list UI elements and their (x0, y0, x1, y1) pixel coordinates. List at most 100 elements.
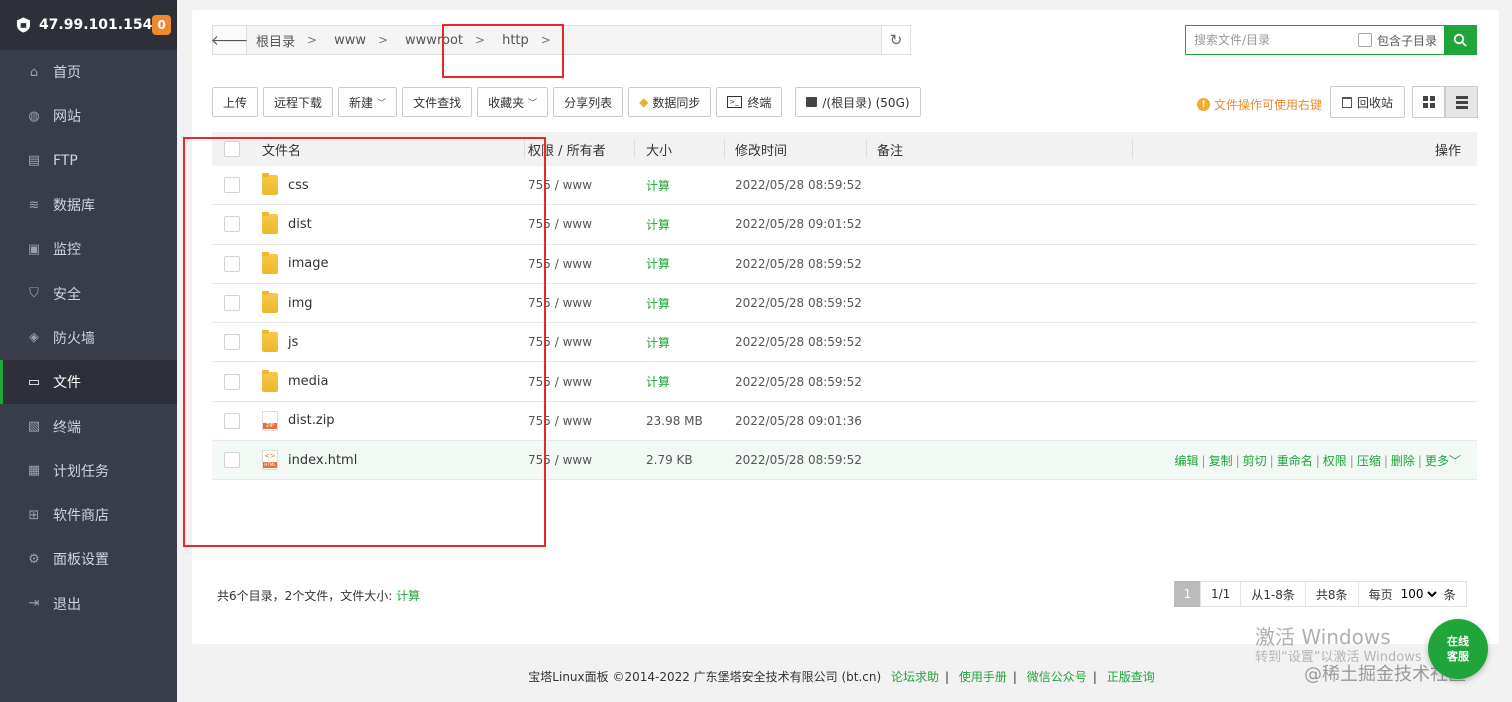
sidebar-item-store[interactable]: ⊞ 软件商店 (0, 493, 177, 537)
table-row[interactable]: image 755 / www 计算 2022/05/28 08:59:52 (212, 245, 1477, 284)
col-perm-header[interactable]: 权限 / 所有者 (528, 140, 646, 159)
row-op-0[interactable]: 编辑 (1175, 454, 1199, 468)
file-name[interactable]: js (288, 335, 298, 350)
sidebar-item-monitor[interactable]: ▣ 监控 (0, 227, 177, 271)
list-view-button[interactable] (1445, 86, 1478, 118)
row-checkbox[interactable] (224, 334, 240, 351)
file-size[interactable]: 计算 (646, 177, 735, 194)
file-size[interactable]: 计算 (646, 255, 735, 272)
table-row[interactable]: img 755 / www 计算 2022/05/28 08:59:52 (212, 284, 1477, 324)
page-current[interactable]: 1 (1174, 581, 1201, 607)
share-list-button[interactable]: 分享列表 (553, 87, 624, 117)
file-perm[interactable]: 755 / www (528, 453, 646, 467)
row-op-7[interactable]: 更多 (1425, 454, 1449, 468)
file-name[interactable]: image (288, 256, 329, 271)
wechat-link[interactable]: 微信公众号 (1027, 670, 1087, 684)
file-size[interactable]: 计算 (646, 295, 735, 312)
file-perm[interactable]: 755 / www (528, 257, 646, 271)
file-perm[interactable]: 755 / www (528, 335, 646, 349)
row-checkbox[interactable] (224, 216, 240, 233)
breadcrumb-item-wwwroot[interactable]: wwwroot > (396, 33, 493, 48)
sidebar-item-home[interactable]: ⌂ 首页 (0, 50, 177, 94)
file-perm[interactable]: 755 / www (528, 296, 646, 310)
file-name[interactable]: img (288, 296, 313, 311)
path-input-area[interactable] (559, 26, 881, 54)
remote-download-button[interactable]: 远程下载 (263, 87, 334, 117)
file-name[interactable]: dist (288, 217, 312, 232)
file-size[interactable]: 计算 (646, 216, 735, 233)
sidebar-item-firewall[interactable]: ◈ 防火墙 (0, 316, 177, 360)
row-checkbox[interactable] (224, 452, 240, 469)
select-all-checkbox[interactable] (224, 141, 240, 157)
manual-link[interactable]: 使用手册 (959, 670, 1007, 684)
col-mtime-header[interactable]: 修改时间 (735, 140, 877, 159)
file-perm[interactable]: 755 / www (528, 414, 646, 428)
table-row[interactable]: css 755 / www 计算 2022/05/28 08:59:52 (212, 166, 1477, 206)
recycle-bin-button[interactable]: 回收站 (1330, 86, 1405, 118)
back-arrow-icon[interactable]: 🡐 (211, 26, 248, 54)
breadcrumb-item-www[interactable]: www > (325, 33, 396, 48)
row-op-6[interactable]: 删除 (1391, 454, 1415, 468)
search-input[interactable] (1186, 27, 1346, 53)
sidebar-item-database[interactable]: ≋ 数据库 (0, 183, 177, 227)
file-search-button[interactable]: 文件查找 (402, 87, 473, 117)
row-checkbox[interactable] (224, 295, 240, 312)
grid-view-button[interactable] (1412, 86, 1445, 118)
file-name[interactable]: dist.zip (288, 413, 335, 428)
file-perm[interactable]: 755 / www (528, 375, 646, 389)
file-perm[interactable]: 755 / www (528, 178, 646, 192)
row-checkbox[interactable] (224, 412, 240, 429)
row-op-3[interactable]: 重命名 (1277, 454, 1313, 468)
diamond-icon: ◆ (639, 95, 649, 109)
calendar-icon: ▦ (27, 463, 41, 479)
row-checkbox[interactable] (224, 373, 240, 390)
checkbox[interactable] (1358, 33, 1372, 47)
table-row[interactable]: js 755 / www 计算 2022/05/28 08:59:52 (212, 323, 1477, 363)
row-checkbox[interactable] (224, 255, 240, 272)
refresh-icon[interactable]: ↻ (881, 26, 910, 54)
table-row[interactable]: index.html 755 / www2.79 KB 2022/05/28 08:… (212, 441, 1477, 481)
sidebar-item-settings[interactable]: ⚙ 面板设置 (0, 537, 177, 581)
col-size-header[interactable]: 大小 (646, 140, 735, 159)
disk-button[interactable]: /(根目录) (50G) (795, 87, 921, 117)
table-row[interactable]: dist.zip 755 / www23.98 MB 2022/05/28 09:0… (212, 402, 1477, 442)
row-op-2[interactable]: 剪切 (1243, 454, 1267, 468)
file-perm[interactable]: 755 / www (528, 217, 646, 231)
favorites-dropdown-button[interactable]: 收藏夹 ﹀ (477, 87, 549, 117)
sidebar-item-cron[interactable]: ▦ 计划任务 (0, 449, 177, 493)
file-size[interactable]: 计算 (646, 334, 735, 351)
sidebar-item-files[interactable]: ▭ 文件 (0, 360, 177, 405)
online-service-button[interactable]: 在线 客服 (1428, 619, 1488, 679)
notification-badge[interactable]: 0 (152, 15, 171, 35)
terminal-button[interactable]: >_ 终端 (716, 87, 783, 117)
breadcrumb-item-http[interactable]: http > (493, 33, 559, 48)
row-op-4[interactable]: 权限 (1323, 454, 1347, 468)
sidebar-item-logout[interactable]: ⇥ 退出 (0, 582, 177, 626)
sidebar-item-terminal[interactable]: ▧ 终端 (0, 404, 177, 448)
sidebar-item-security[interactable]: ⛉ 安全 (0, 271, 177, 315)
folder-icon: ▭ (27, 374, 41, 390)
file-name[interactable]: index.html (288, 453, 357, 468)
sidebar-item-ftp[interactable]: ▤ FTP (0, 139, 177, 183)
file-name[interactable]: media (288, 374, 329, 389)
breadcrumb-item-root[interactable]: 根目录 > (247, 31, 325, 50)
include-subdir-checkbox[interactable]: 包含子目录 (1358, 32, 1437, 49)
table-row[interactable]: dist 755 / www 计算 2022/05/28 09:01:52 (212, 205, 1477, 245)
row-checkbox[interactable] (224, 177, 240, 194)
table-row[interactable]: media 755 / www 计算 2022/05/28 08:59:52 (212, 362, 1477, 402)
sidebar-item-label: 计划任务 (53, 463, 109, 480)
data-sync-button[interactable]: ◆ 数据同步 (628, 87, 712, 117)
forum-link[interactable]: 论坛求助 (891, 670, 939, 684)
upload-button[interactable]: 上传 (212, 87, 259, 117)
row-op-5[interactable]: 压缩 (1357, 454, 1381, 468)
search-button[interactable] (1444, 26, 1476, 54)
sidebar-item-website[interactable]: ◍ 网站 (0, 94, 177, 138)
row-op-1[interactable]: 复制 (1209, 454, 1233, 468)
file-size[interactable]: 计算 (646, 373, 735, 390)
new-dropdown-button[interactable]: 新建 ﹀ (338, 87, 398, 117)
calc-total-size-link[interactable]: 计算 (396, 589, 420, 603)
per-page-select[interactable]: 100 (1396, 586, 1440, 602)
file-name[interactable]: css (288, 178, 309, 193)
col-name-header[interactable]: 文件名 (252, 140, 528, 159)
license-link[interactable]: 正版查询 (1107, 670, 1155, 684)
